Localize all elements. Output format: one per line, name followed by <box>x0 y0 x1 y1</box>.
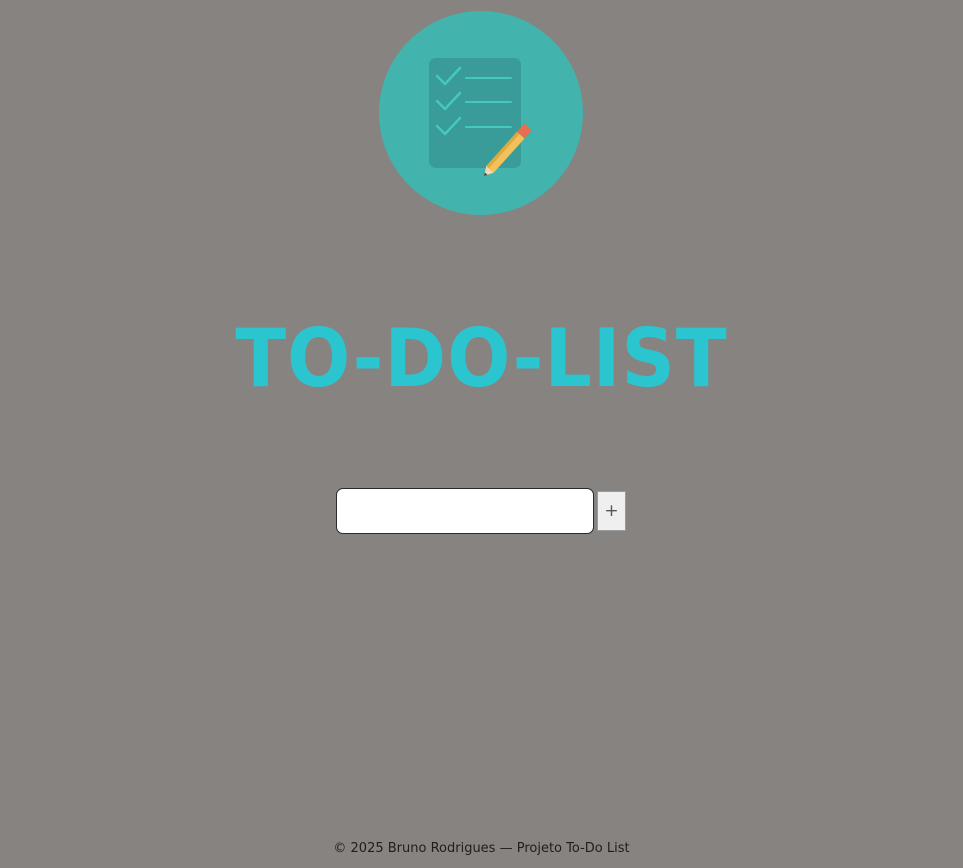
page-title: TO-DO-LIST <box>235 312 728 405</box>
footer-credit: © 2025 Bruno Rodrigues — Projeto To-Do L… <box>333 841 630 856</box>
add-task-button[interactable]: + <box>597 491 626 531</box>
checklist-clipboard-pencil-icon <box>379 11 583 215</box>
task-input[interactable] <box>336 488 594 534</box>
